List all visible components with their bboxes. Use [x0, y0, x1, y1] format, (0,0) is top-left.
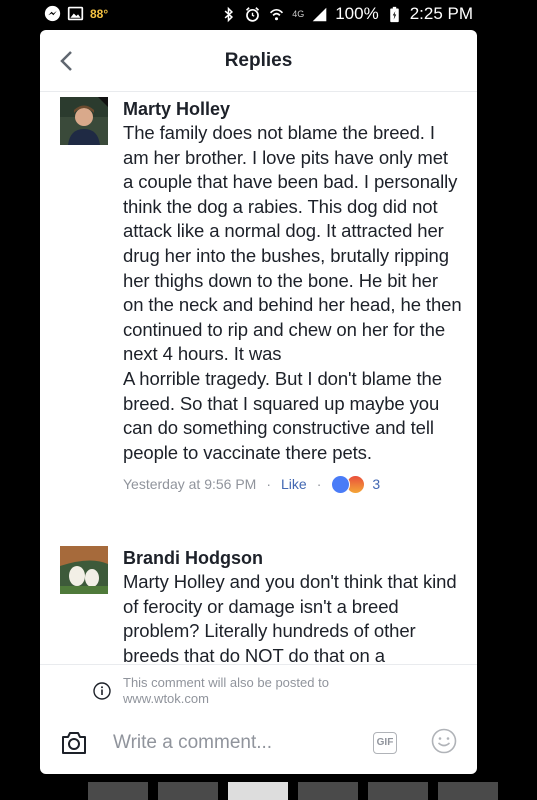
battery-percent: 100% — [335, 4, 379, 23]
app-thumbnail[interactable] — [88, 782, 148, 800]
app-thumbnail[interactable] — [438, 782, 498, 800]
temperature: 88° — [90, 6, 109, 21]
comment-body: Brandi Hodgson Marty Holley and you don'… — [123, 546, 463, 668]
comment-body: Marty Holley The family does not blame t… — [123, 97, 463, 497]
comment-meta: Yesterday at 9:56 PM · Like · 3 — [123, 471, 463, 497]
comment-author[interactable]: Brandi Hodgson — [123, 546, 463, 570]
comment-input[interactable] — [113, 729, 353, 757]
replies-header: Replies — [40, 30, 477, 92]
battery-icon — [389, 6, 399, 22]
avatar[interactable] — [60, 97, 108, 145]
info-icon — [93, 682, 111, 700]
replies-panel: Replies Marty Holley The family does not… — [40, 30, 477, 774]
like-reaction-icon[interactable] — [331, 474, 351, 494]
comment-timestamp: Yesterday at 9:56 PM — [123, 476, 257, 493]
notice-text: This comment will also be posted to www.… — [123, 675, 329, 707]
cross-post-notice: This comment will also be posted to www.… — [40, 664, 477, 714]
messenger-icon — [44, 5, 61, 22]
camera-icon[interactable] — [60, 730, 88, 756]
separator-dot: · — [266, 476, 272, 493]
comment-text: The family does not blame the breed. I a… — [123, 122, 462, 463]
app-thumbnail[interactable] — [298, 782, 358, 800]
like-button[interactable]: Like — [281, 476, 307, 492]
clock: 2:25 PM — [409, 4, 473, 23]
gif-button[interactable]: GIF — [373, 732, 397, 754]
status-bar: 88° 4G 100% 2:25 PM — [0, 0, 537, 28]
notice-line-2[interactable]: www.wtok.com — [123, 691, 329, 707]
comment-text: Marty Holley and you don't think that ki… — [123, 571, 457, 666]
app-thumbnail[interactable] — [368, 782, 428, 800]
app-thumbnail[interactable] — [158, 782, 218, 800]
notice-line-1: This comment will also be posted to — [123, 675, 329, 690]
app-thumbnail[interactable] — [228, 782, 288, 800]
comment-composer: GIF — [40, 714, 477, 774]
wifi-icon — [270, 8, 284, 20]
alarm-icon — [246, 6, 260, 22]
network-label: 4G — [292, 9, 305, 19]
avatar[interactable] — [60, 546, 108, 594]
signal-icon — [312, 7, 327, 21]
comment-author[interactable]: Marty Holley — [123, 97, 463, 121]
separator-dot: · — [316, 476, 322, 493]
image-icon — [67, 6, 84, 21]
bluetooth-icon — [224, 6, 234, 22]
recent-apps-strip — [88, 782, 528, 800]
page-title: Replies — [224, 50, 293, 71]
emoji-icon[interactable] — [431, 728, 457, 754]
reaction-count[interactable]: 3 — [372, 476, 380, 492]
